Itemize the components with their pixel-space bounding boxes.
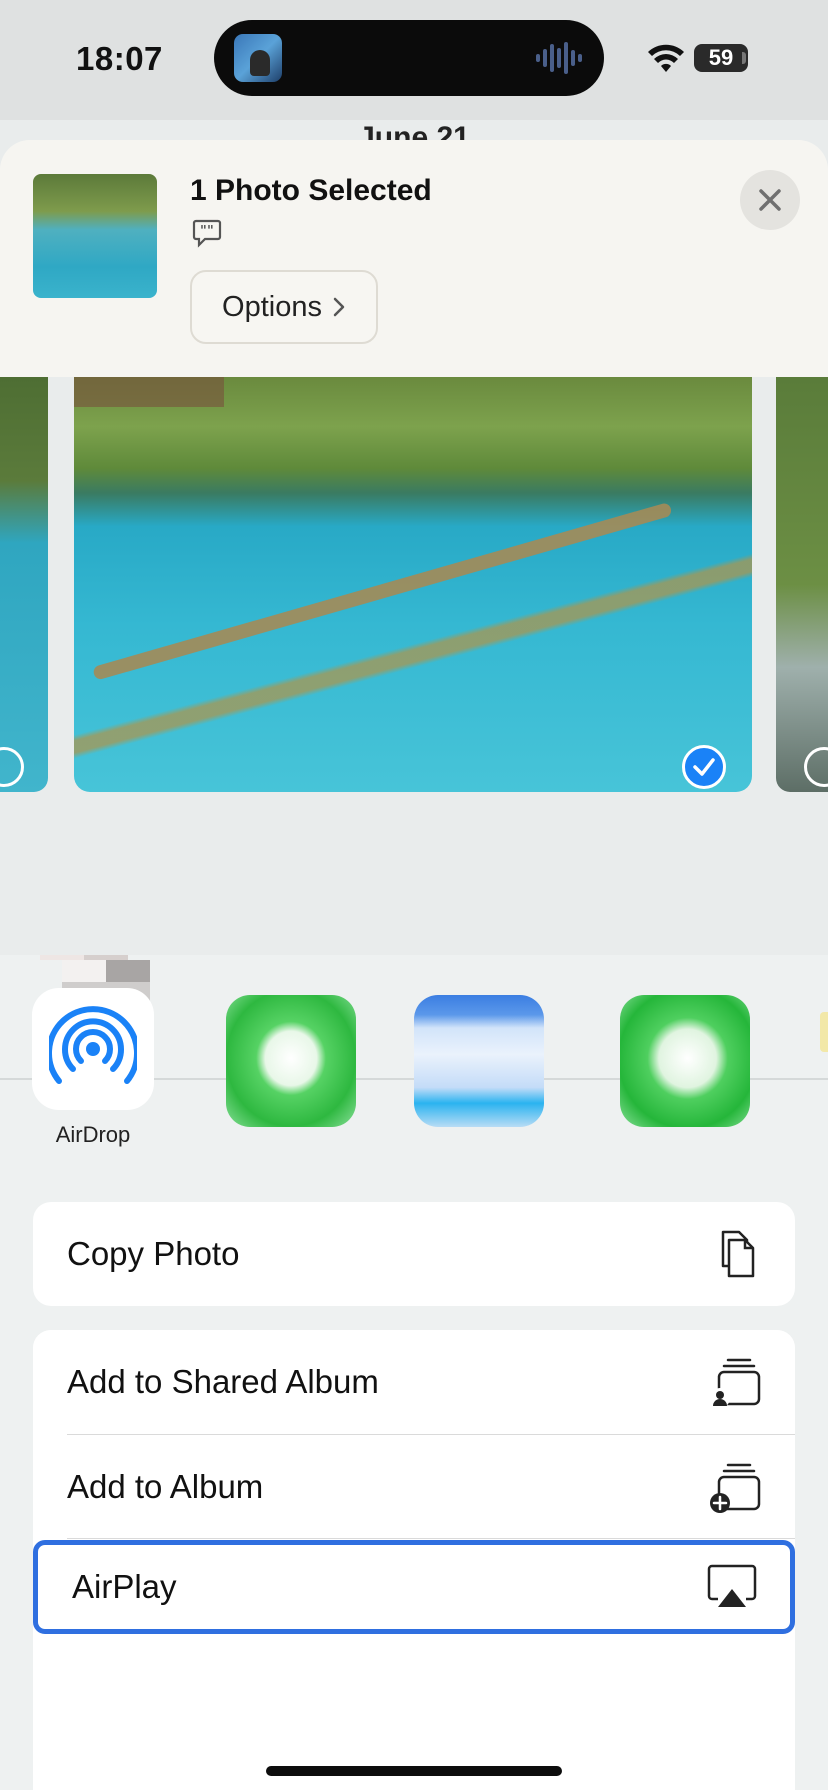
svg-text:": " — [207, 224, 214, 239]
selection-title: 1 Photo Selected — [190, 174, 432, 207]
add-album-icon — [710, 1463, 761, 1513]
share-app-3[interactable] — [620, 995, 750, 1127]
now-playing-art — [234, 34, 282, 82]
background-date: June 21 — [358, 121, 470, 142]
photo-selected[interactable] — [74, 377, 752, 792]
battery-icon: 59 — [694, 44, 748, 72]
checkmark-icon — [693, 758, 715, 776]
photo-previous[interactable] — [0, 377, 48, 792]
options-button[interactable]: Options — [190, 270, 378, 344]
chevron-right-icon — [333, 297, 345, 317]
close-icon — [759, 189, 781, 211]
dynamic-island[interactable] — [214, 20, 604, 96]
selected-checkmark-icon[interactable] — [682, 745, 726, 789]
copy-photo-label: Copy Photo — [67, 1235, 240, 1272]
add-to-album-label: Add to Album — [67, 1468, 264, 1505]
separator — [67, 1538, 795, 1539]
selected-photo-thumbnail — [33, 174, 157, 298]
share-app-1[interactable] — [226, 995, 356, 1127]
audio-wave-icon — [536, 42, 582, 74]
airdrop-button[interactable] — [32, 988, 154, 1110]
airplay-label: AirPlay — [72, 1568, 177, 1605]
airplay-icon — [707, 1564, 757, 1607]
airdrop-label: AirDrop — [55, 1122, 131, 1147]
status-bar: 18:07 59 — [0, 0, 828, 120]
quote-bubble-icon[interactable]: " " — [192, 218, 222, 248]
copy-icon — [721, 1230, 755, 1278]
clock: 18:07 — [76, 40, 163, 77]
share-sheet-header: 1 Photo Selected " " Options — [0, 140, 828, 377]
close-button[interactable] — [740, 170, 800, 230]
separator — [67, 1434, 795, 1435]
svg-text:": " — [200, 224, 207, 239]
battery-tip — [742, 52, 746, 64]
wifi-icon — [648, 44, 684, 72]
share-app-4-partial[interactable] — [820, 1012, 828, 1052]
photo-detail — [92, 501, 673, 681]
photo-carousel[interactable] — [0, 377, 828, 955]
options-label: Options — [222, 290, 322, 323]
airdrop-icon — [49, 1006, 137, 1084]
photo-next[interactable] — [776, 377, 828, 792]
add-to-album-action[interactable]: Add to Album — [33, 1436, 795, 1538]
add-to-shared-album-action[interactable]: Add to Shared Album — [33, 1330, 795, 1434]
photo-detail — [74, 377, 224, 407]
share-app-2[interactable] — [414, 995, 544, 1127]
copy-photo-action[interactable]: Copy Photo — [33, 1202, 795, 1306]
airplay-action[interactable]: AirPlay — [33, 1540, 795, 1634]
shared-album-icon — [710, 1358, 761, 1408]
add-to-shared-album-label: Add to Shared Album — [67, 1363, 379, 1400]
home-indicator[interactable] — [266, 1766, 562, 1776]
